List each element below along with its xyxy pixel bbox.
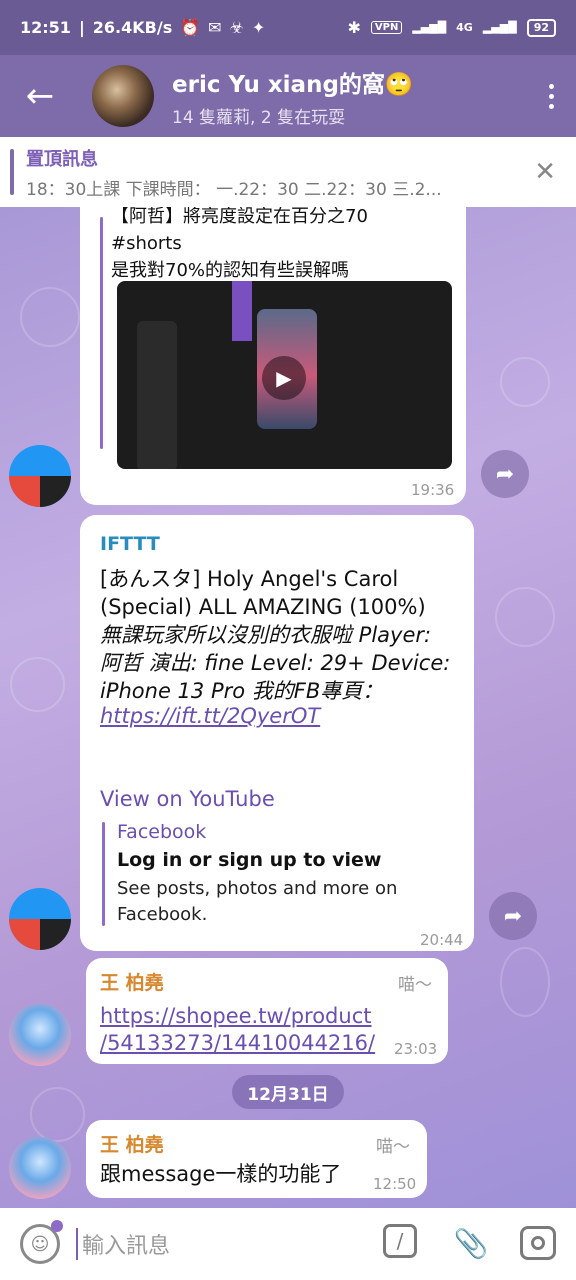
message-text: iPhone 13 Pro 我的FB專頁： xyxy=(100,679,384,703)
message-bubble[interactable]: 王 柏堯 喵～ https://shopee.tw/product /54133… xyxy=(86,958,448,1064)
message-text: 阿哲 演出: fine Level: 29+ Device: xyxy=(100,651,451,675)
message-composer: ☺ 輸入訊息 xyxy=(0,1208,576,1280)
menu-dot-icon xyxy=(548,93,554,99)
sender-name[interactable]: 王 柏堯 xyxy=(100,968,164,995)
doodle-decoration xyxy=(30,1087,85,1142)
message-bubble[interactable]: IFTTT [あんスタ] Holy Angel's Carol (Special… xyxy=(80,515,474,951)
status-bar: 12:51 | 26.4KB/s ⏰ ✉ ☣ ✦ ✱ VPN ▂▄▆█ 4G ▂… xyxy=(0,0,576,55)
doodle-decoration xyxy=(20,287,80,347)
camera-button[interactable] xyxy=(520,1226,556,1260)
avatar-quadrant xyxy=(9,919,40,950)
messenger-icon: ✉ xyxy=(208,18,222,37)
emoji-button[interactable]: ☺ xyxy=(20,1220,63,1264)
message-bubble[interactable]: 【阿哲】將亮度設定在百分之70 #shorts 是我對70%的認知有些誤解嗎 ▶… xyxy=(80,207,466,505)
network-type: 4G xyxy=(456,21,473,34)
link-preview-site: Facebook xyxy=(117,821,207,843)
command-button[interactable]: / xyxy=(383,1224,417,1258)
sender-name[interactable]: IFTTT xyxy=(100,533,160,555)
avatar-quadrant xyxy=(9,476,40,507)
chat-title-block[interactable]: eric Yu xiang的窩🙄 14 隻蘿莉, 2 隻在玩耍 xyxy=(172,65,414,128)
avatar-quadrant xyxy=(40,476,71,507)
pinned-text: 18：30上課 下課時間： 一.22：30 二.22：30 三.2... xyxy=(26,179,442,200)
clock: 12:51 xyxy=(20,18,71,37)
menu-dot-icon xyxy=(548,103,554,109)
chat-title: eric Yu xiang的窩🙄 xyxy=(172,71,414,98)
notification-dot xyxy=(51,1220,63,1232)
pinned-label: 置頂訊息 xyxy=(26,148,98,170)
doodle-decoration xyxy=(500,357,550,407)
view-on-youtube-link[interactable]: View on YouTube xyxy=(100,787,275,811)
alarm-icon: ⏰ xyxy=(180,18,201,37)
slash-icon: / xyxy=(396,1229,404,1253)
signal-icon: ▂▄▆█ xyxy=(412,21,447,34)
message-link[interactable]: /54133273/14410044216/ xyxy=(100,1029,375,1057)
avatar-quadrant xyxy=(40,919,71,950)
biohazard-icon: ☣ xyxy=(229,18,244,37)
message-link[interactable]: https://ift.tt/2QyerOT xyxy=(100,704,320,728)
network-speed: 26.4KB/s xyxy=(92,18,173,37)
vpn-badge: VPN xyxy=(370,21,403,34)
chat-subtitle: 14 隻蘿莉, 2 隻在玩耍 xyxy=(172,107,346,128)
link-preview-description: See posts, photos and more on xyxy=(117,878,398,899)
message-text: (Special) ALL AMAZING (100%) xyxy=(100,595,426,619)
smile-icon: ☺ xyxy=(30,1233,50,1255)
message-bubble[interactable]: 王 柏堯 喵～ 跟message一樣的功能了 12:50 xyxy=(86,1120,427,1198)
pinned-accent-bar xyxy=(10,149,14,195)
member-title: 喵～ xyxy=(376,1137,410,1157)
video-thumbnail[interactable]: ▶ xyxy=(117,281,452,469)
message-text: 是我對70%的認知有些誤解嗎 xyxy=(111,260,350,281)
quote-bar xyxy=(100,217,103,449)
menu-dot-icon xyxy=(548,83,554,89)
message-time: 19:36 xyxy=(411,481,455,499)
twitter-icon: ✦ xyxy=(251,18,266,37)
message-input[interactable]: 輸入訊息 xyxy=(76,1228,356,1260)
signal-icon-2: ▂▄▆█ xyxy=(482,21,517,34)
attach-button[interactable]: 📎 xyxy=(453,1224,489,1262)
message-time: 20:44 xyxy=(420,931,464,949)
message-text: 【阿哲】將亮度設定在百分之70 xyxy=(111,207,368,227)
group-avatar[interactable] xyxy=(92,65,154,127)
message-text: [あんスタ] Holy Angel's Carol xyxy=(100,567,399,591)
sender-name[interactable]: 王 柏堯 xyxy=(100,1130,164,1157)
doodle-decoration xyxy=(500,947,550,1017)
member-title: 喵～ xyxy=(398,975,432,995)
avatar[interactable] xyxy=(9,888,71,950)
message-time: 12:50 xyxy=(373,1175,417,1193)
preview-accent-bar xyxy=(102,822,105,926)
date-separator: 12月31日 xyxy=(232,1075,344,1109)
play-icon[interactable]: ▶ xyxy=(262,356,306,400)
separator: | xyxy=(78,18,85,37)
camera-icon xyxy=(531,1236,545,1250)
more-menu-button[interactable] xyxy=(526,55,576,137)
video-keyboard-shape xyxy=(137,321,177,469)
message-text: 無課玩家所以沒別的衣服啦 Player: xyxy=(100,623,432,647)
share-icon[interactable]: ➦ xyxy=(481,450,529,498)
link-preview-title: Log in or sign up to view xyxy=(117,849,382,871)
message-link[interactable]: https://shopee.tw/product xyxy=(100,1002,371,1030)
battery-indicator: 92 xyxy=(526,18,556,37)
message-time: 23:03 xyxy=(394,1040,438,1058)
chat-area[interactable]: 【阿哲】將亮度設定在百分之70 #shorts 是我對70%的認知有些誤解嗎 ▶… xyxy=(0,207,576,1208)
doodle-decoration xyxy=(495,587,555,647)
doodle-decoration xyxy=(10,657,65,712)
pinned-message[interactable]: 置頂訊息 18：30上課 下課時間： 一.22：30 二.22：30 三.2..… xyxy=(0,137,576,207)
bluetooth-icon: ✱ xyxy=(347,18,361,37)
avatar[interactable] xyxy=(9,1004,71,1066)
message-text: 跟message一樣的功能了 xyxy=(100,1162,342,1186)
paperclip-icon: 📎 xyxy=(453,1226,489,1260)
avatar[interactable] xyxy=(9,445,71,507)
link-preview-description: Facebook. xyxy=(117,904,208,925)
avatar[interactable] xyxy=(9,1137,71,1199)
share-icon[interactable]: ➦ xyxy=(489,892,537,940)
back-button[interactable]: ← xyxy=(0,55,80,137)
chat-header: ← eric Yu xiang的窩🙄 14 隻蘿莉, 2 隻在玩耍 xyxy=(0,55,576,137)
close-icon[interactable]: ✕ xyxy=(534,157,556,187)
video-screen-shape xyxy=(232,281,252,341)
message-text: #shorts xyxy=(111,233,182,254)
back-arrow-icon: ← xyxy=(25,76,55,116)
